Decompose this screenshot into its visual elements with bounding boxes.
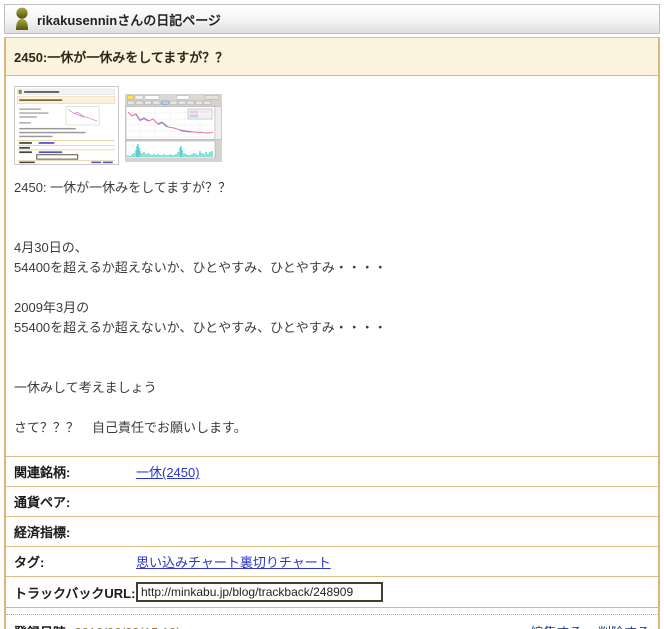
edit-link[interactable]: 編集する [530,625,582,629]
body-line [14,338,650,358]
meta-row-tags: タグ: 思い込みチャート裏切りチャート [6,546,658,576]
blog-page-thumbnail-link[interactable] [14,86,119,165]
footer-actions: 編集する 削除する [518,622,650,629]
meta-label: 経済指標: [14,522,136,541]
body-line: 2009年3月の [14,298,650,318]
entry-thumbnails [14,86,650,168]
meta-label: 通貨ペア: [14,492,136,511]
meta-label: 関連銘柄: [14,462,136,481]
registration-date: 登録日時: 2010/06/23(15:10) [14,622,181,629]
related-stock-link[interactable]: 一休(2450) [136,465,200,480]
person-icon [13,7,31,31]
trackback-url-input[interactable] [136,582,383,602]
body-line: 4月30日の、 [14,238,650,258]
body-line [14,278,650,298]
meta-row-related-stock: 関連銘柄: 一休(2450) [6,456,658,486]
diary-page: rikakusenninさんの日記ページ 2450:一休が一休みをしてますが？？ [0,0,664,629]
diary-panel: 2450:一休が一休みをしてますが？？ [4,37,660,629]
page-title: rikakusenninさんの日記ページ [37,10,221,29]
date-label: 登録日時: [14,625,70,629]
body-line: 一休みして考えましょう [14,378,650,398]
meta-row-economic-indicator: 経済指標: [6,516,658,546]
date-value: 2010/06/23(15:10) [74,625,180,629]
mini-blog-page-image [14,86,119,165]
body-line [14,358,650,378]
entry-footer: 登録日時: 2010/06/23(15:10) 編集する 削除する [6,614,658,629]
body-line: 2450: 一休が一休みをしてますが？？ [14,178,650,198]
body-line: 55400を超えるか超えないか、ひとやすみ、ひとやすみ・・・・ [14,318,650,338]
meta-row-trackback: トラックバックURL: [6,576,658,607]
body-line [14,218,650,238]
body-line [14,198,650,218]
meta-label: タグ: [14,552,136,571]
body-line [14,398,650,418]
meta-row-currency-pair: 通貨ペア: [6,486,658,516]
entry-body-text: 2450: 一休が一休みをしてますが？？ 4月30日の、 54400を超えるか超… [14,178,650,438]
tag-link[interactable]: 思い込みチャート裏切りチャート [136,555,331,570]
stock-chart-thumbnail-link[interactable] [119,86,222,162]
delete-link[interactable]: 削除する [598,625,650,629]
entry-title: 2450:一休が一休みをしてますが？？ [6,37,658,76]
meta-label: トラックバックURL: [14,583,136,602]
page-header: rikakusenninさんの日記ページ [4,4,660,34]
meta-table: 関連銘柄: 一休(2450) 通貨ペア: 経済指標: タグ: 思い込みチャート裏… [6,456,658,608]
entry-body: 2450: 一休が一休みをしてますが？？ 4月30日の、 54400を超えるか超… [6,76,658,456]
stock-chart-image [125,94,222,162]
body-line: 54400を超えるか超えないか、ひとやすみ、ひとやすみ・・・・ [14,258,650,278]
body-line: さて？？？ 自己責任でお願いします。 [14,418,650,438]
